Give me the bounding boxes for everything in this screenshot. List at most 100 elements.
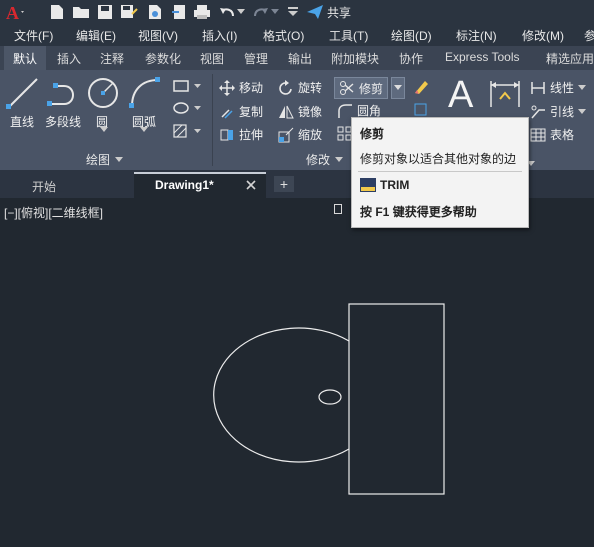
scissors-icon [340, 81, 354, 95]
menu-format[interactable]: 格式(O) [263, 27, 304, 44]
leader-button[interactable]: 引线 [530, 103, 588, 120]
tab-home[interactable]: 默认 [4, 46, 47, 70]
tab-manage[interactable]: 管理 [244, 50, 268, 67]
trim-dropdown-button[interactable] [391, 77, 405, 99]
new-tab-button[interactable]: + [274, 176, 294, 192]
undo-icon[interactable] [218, 3, 236, 21]
tab-express-tools[interactable]: Express Tools [445, 50, 519, 64]
modify-panel-title[interactable]: 修改 [306, 151, 345, 168]
drawn-ellipse [213, 327, 350, 463]
tab-addins[interactable]: 附加模块 [331, 50, 379, 67]
menu-file[interactable]: 文件(F) [14, 27, 53, 44]
eraser-icon [415, 81, 428, 94]
copy-button[interactable]: 复制 [219, 103, 263, 120]
leader-dropdown-icon[interactable] [578, 108, 588, 115]
arc-button[interactable]: 圆弧 [128, 76, 164, 132]
tab-insert[interactable]: 插入 [57, 50, 81, 67]
drawing-canvas[interactable]: [−][俯视][二维线框] [0, 198, 594, 547]
menu-edit[interactable]: 编辑(E) [76, 27, 116, 44]
move-label: 移动 [239, 81, 264, 95]
arc-dropdown-icon[interactable] [140, 127, 148, 133]
circle-button[interactable]: 圆 [86, 76, 122, 132]
text-icon: A [448, 74, 474, 116]
drawn-rectangle [348, 303, 445, 495]
drawing-geometry[interactable] [0, 198, 594, 547]
tab-featured-apps[interactable]: 精选应用 [546, 50, 594, 67]
tooltip-title: 修剪 [360, 127, 385, 141]
menu-insert[interactable]: 插入(I) [202, 27, 237, 44]
line-label: 直线 [10, 115, 35, 129]
tab-collaborate[interactable]: 协作 [399, 50, 423, 67]
stretch-button[interactable]: 拉伸 [219, 126, 263, 143]
tooltip-command: TRIM [380, 178, 410, 192]
tab-output[interactable]: 输出 [288, 50, 312, 67]
save-as-icon[interactable] [120, 3, 138, 21]
trim-button[interactable]: 修剪 [334, 77, 389, 99]
send-icon [307, 5, 323, 19]
menu-draw[interactable]: 绘图(D) [391, 27, 432, 44]
open-file-icon[interactable] [72, 3, 90, 21]
line-button[interactable]: 直线 [6, 76, 42, 132]
menu-modify[interactable]: 修改(M) [522, 27, 564, 44]
leader-icon [531, 105, 545, 118]
close-icon[interactable] [246, 180, 256, 190]
text-button[interactable]: A [448, 74, 480, 116]
mirror-label: 镜像 [298, 105, 323, 119]
ellipse-tool[interactable] [172, 101, 208, 117]
customize-dropdown-icon[interactable] [287, 3, 299, 21]
ellipse-icon [173, 102, 201, 114]
mirror-icon [279, 105, 294, 118]
linear-dimension-icon [531, 81, 545, 94]
tab-view[interactable]: 视图 [200, 50, 224, 67]
move-button[interactable]: 移动 [219, 79, 263, 96]
tooltip-description: 修剪对象以适合其他对象的边 [360, 152, 517, 166]
menu-dimension[interactable]: 标注(N) [456, 27, 497, 44]
rectangle-icon [173, 80, 201, 92]
menu-tools[interactable]: 工具(T) [329, 27, 368, 44]
erase-tool[interactable] [412, 78, 430, 96]
undo-dropdown-icon[interactable] [236, 3, 246, 21]
circle-dropdown-icon[interactable] [100, 127, 108, 133]
scale-button[interactable]: 缩放 [278, 126, 322, 143]
linear-dropdown-icon[interactable] [578, 84, 588, 91]
linear-dimension-button[interactable]: 线性 [530, 79, 588, 96]
export-icon[interactable] [170, 3, 188, 21]
share-button[interactable]: 共享 [306, 3, 351, 21]
menu-bar: 文件(F) 编辑(E) 视图(V) 插入(I) 格式(O) 工具(T) 绘图(D… [0, 24, 594, 46]
doc-tab-drawing1[interactable]: Drawing1* [134, 172, 266, 198]
rotate-button[interactable]: 旋转 [278, 79, 322, 96]
rectangle-tool[interactable] [172, 79, 208, 95]
hatch-tool[interactable] [172, 124, 208, 140]
tab-annotate[interactable]: 注释 [100, 50, 124, 67]
dimension-icon [490, 81, 520, 107]
tooltip-command-row: TRIM [360, 178, 409, 192]
save-icon[interactable] [96, 3, 114, 21]
new-file-icon[interactable] [48, 3, 66, 21]
polyline-button[interactable]: 多段线 [44, 76, 88, 132]
menu-view[interactable]: 视图(V) [138, 27, 178, 44]
tooltip-help-suffix: 键获得更多帮助 [389, 205, 477, 219]
draw-panel-title[interactable]: 绘图 [86, 151, 125, 168]
copy-label: 复制 [239, 105, 264, 119]
polyline-icon [47, 83, 74, 106]
table-label: 表格 [550, 128, 575, 142]
redo-dropdown-icon[interactable] [270, 3, 280, 21]
doc-tab-start[interactable]: 开始 [0, 174, 130, 198]
ribbon-tab-bar: 默认 插入 注释 参数化 视图 管理 输出 附加模块 协作 Express To… [0, 46, 594, 70]
menu-parametric[interactable]: 参 [584, 27, 594, 44]
redo-icon[interactable] [252, 3, 270, 21]
arc-icon [129, 77, 160, 108]
command-line-icon [360, 178, 376, 192]
tab-parametric[interactable]: 参数化 [145, 50, 181, 67]
circle-icon [88, 78, 118, 108]
mirror-button[interactable]: 镜像 [278, 103, 322, 120]
dimension-button[interactable] [488, 77, 522, 111]
svg-text:A: A [6, 3, 19, 22]
title-bar: A 共享 [0, 0, 594, 24]
app-logo-icon[interactable]: A [4, 2, 26, 23]
table-button[interactable]: 表格 [530, 126, 574, 143]
publish-icon[interactable] [146, 3, 164, 21]
print-icon[interactable] [193, 3, 211, 21]
draw-panel-dropdown-icon [115, 156, 124, 162]
new-tab-plus: + [279, 176, 289, 192]
